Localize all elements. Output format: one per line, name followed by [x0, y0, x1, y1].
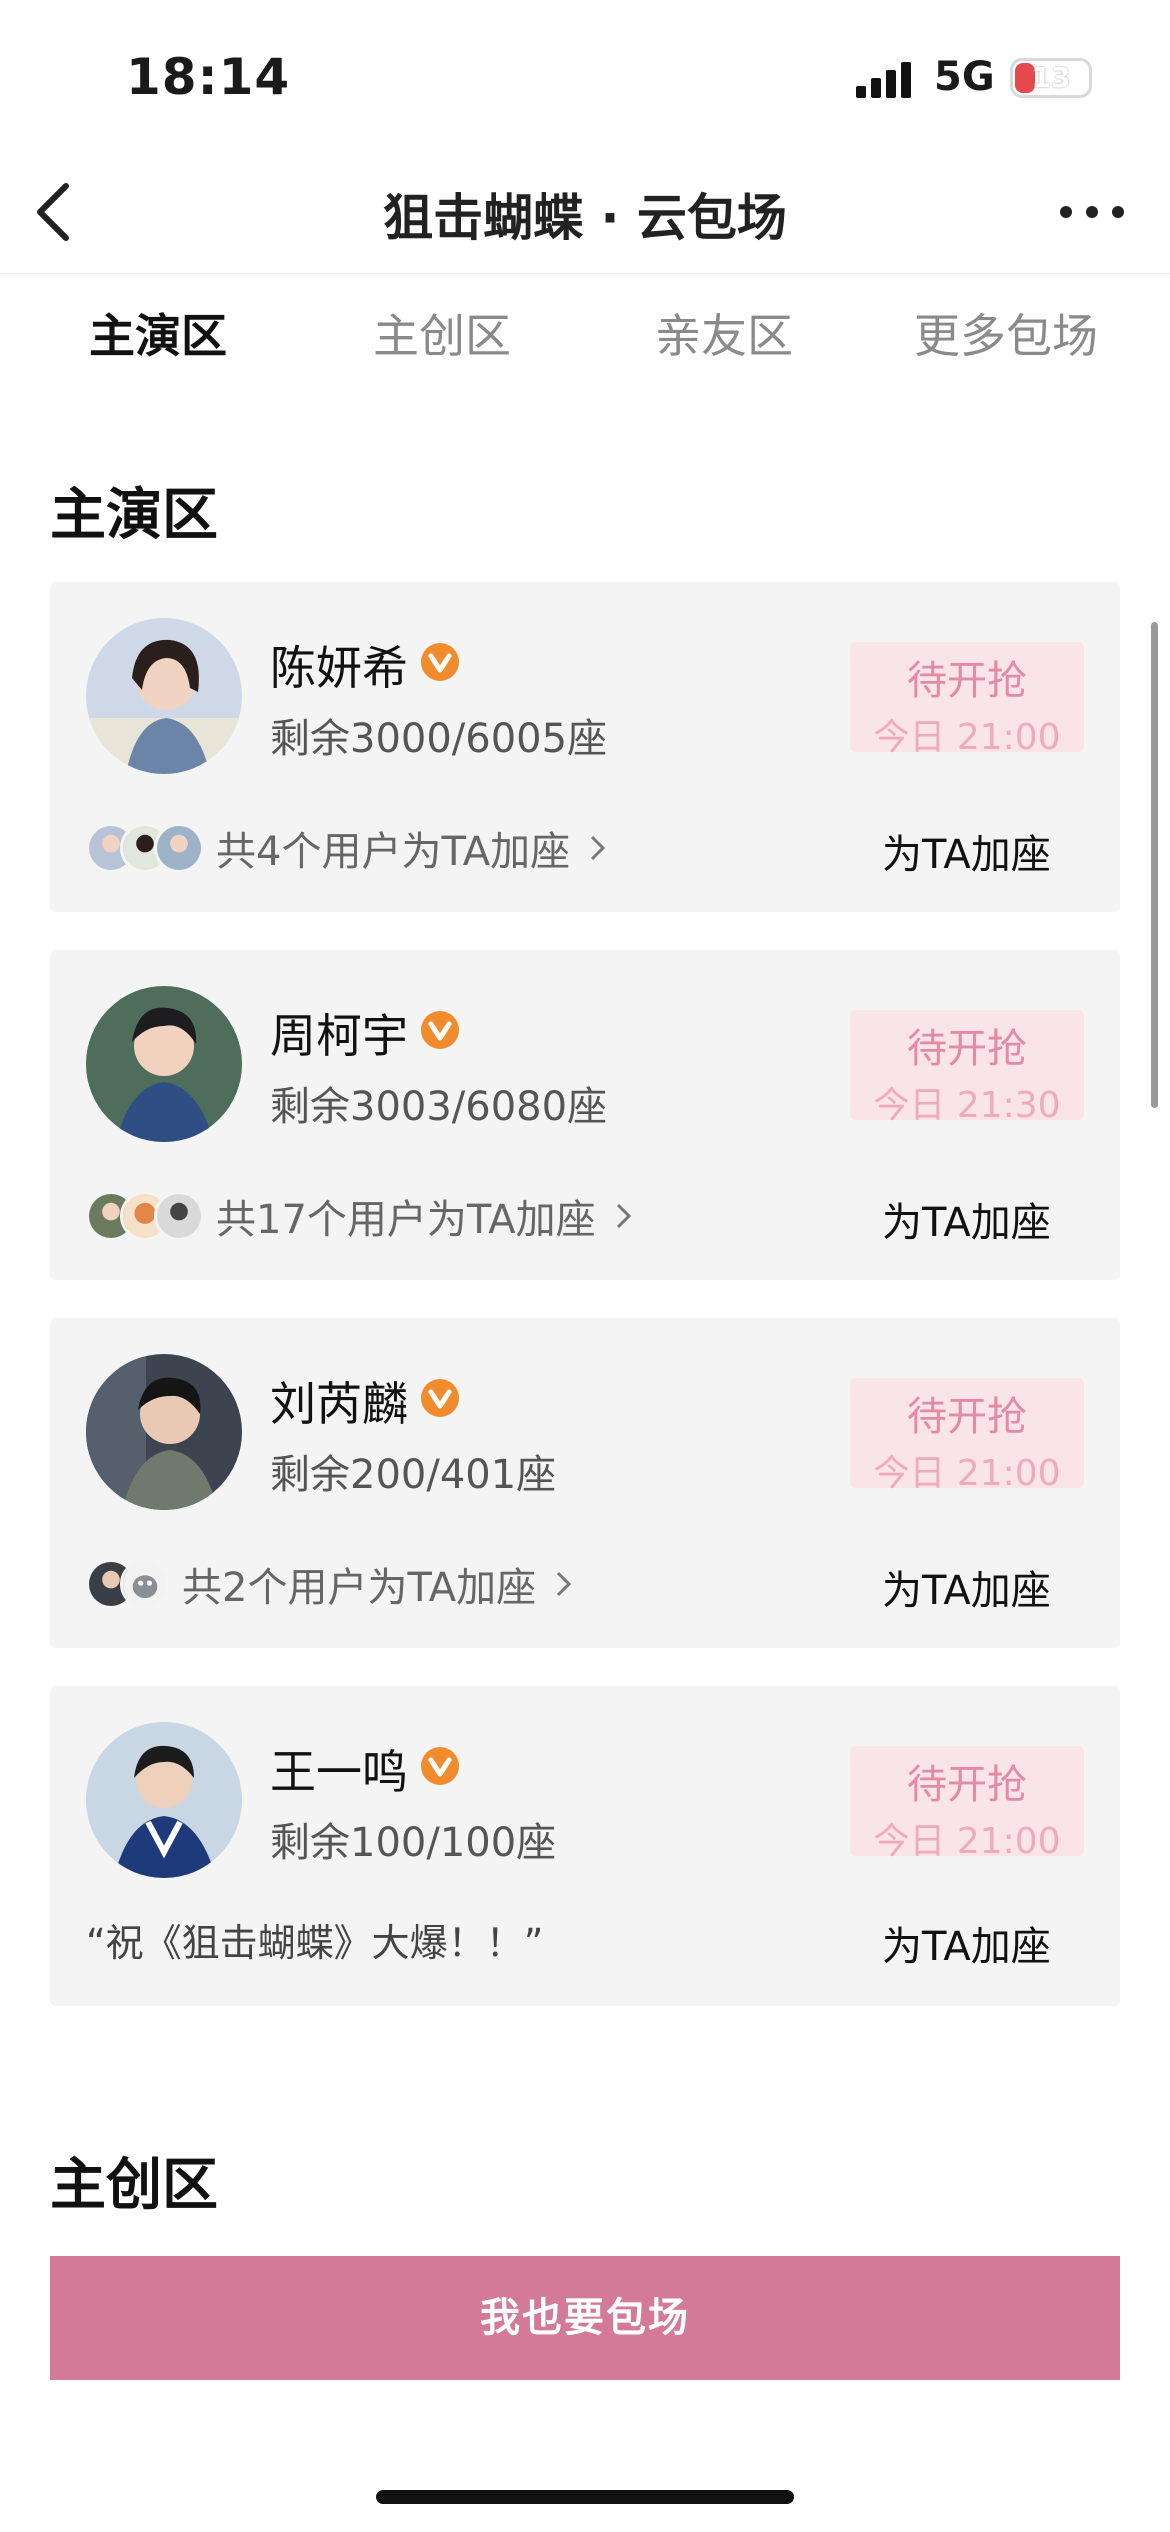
- add-seat-button[interactable]: 为TA加座: [882, 822, 1051, 880]
- grab-label: 待开抢: [907, 1762, 1027, 1808]
- avatar[interactable]: [86, 618, 242, 774]
- add-seat-button[interactable]: 为TA加座: [882, 1914, 1051, 1972]
- status-time: 18:14: [126, 48, 291, 106]
- book-screening-button[interactable]: 我也要包场: [50, 2256, 1120, 2380]
- section-title-lead: 主演区: [50, 483, 218, 548]
- tab-friends[interactable]: 亲友区: [584, 300, 864, 366]
- actor-card: 周柯宇 剩余3003/6080座 待开抢 今日 21:30 共17个用户为TA加…: [50, 950, 1120, 1280]
- supporter-avatar: [120, 1559, 170, 1609]
- grab-time: 今日 21:00: [873, 1821, 1061, 1862]
- avatar[interactable]: [86, 1354, 242, 1510]
- verified-badge-icon: [421, 1379, 459, 1417]
- grab-time: 今日 21:00: [873, 717, 1061, 758]
- avatar[interactable]: [86, 1722, 242, 1878]
- page-title: 狙击蝴蝶 · 云包场: [383, 189, 787, 247]
- supporters-text: 共4个用户为TA加座: [216, 829, 571, 875]
- home-indicator[interactable]: [376, 2490, 794, 2504]
- verified-badge-icon: [421, 1747, 459, 1785]
- verified-badge-icon: [421, 643, 459, 681]
- battery-icon: 13: [1010, 58, 1092, 98]
- actor-name: 陈妍希: [270, 641, 408, 695]
- grab-label: 待开抢: [907, 658, 1027, 704]
- supporter-avatar: [154, 823, 204, 873]
- actor-card: 刘芮麟 剩余200/401座 待开抢 今日 21:00 共2个用户为TA加座 为…: [50, 1318, 1120, 1648]
- scrollbar[interactable]: [1151, 622, 1158, 1108]
- grab-status-button[interactable]: 待开抢 今日 21:00: [850, 1378, 1084, 1494]
- grab-time: 今日 21:30: [873, 1085, 1061, 1126]
- chevron-right-icon: [591, 835, 606, 861]
- avatar[interactable]: [86, 986, 242, 1142]
- tab-bar: 主演区 主创区 亲友区 更多包场: [0, 300, 1170, 390]
- supporters-text: 共17个用户为TA加座: [216, 1197, 596, 1243]
- support-message: “祝《狙击蝴蝶》大爆！！”: [86, 1921, 544, 1965]
- nav-bar: 狙击蝴蝶 · 云包场: [0, 150, 1170, 274]
- actor-card: 陈妍希 剩余3000/6005座 待开抢 今日 21:00 共4个用户为TA加座…: [50, 582, 1120, 912]
- section-title-creators: 主创区: [50, 2153, 218, 2218]
- supporter-avatar: [154, 1191, 204, 1241]
- grab-label: 待开抢: [907, 1394, 1027, 1440]
- grab-status-button[interactable]: 待开抢 今日 21:30: [850, 1010, 1084, 1126]
- verified-badge-icon: [421, 1011, 459, 1049]
- battery-level: 13: [1031, 61, 1071, 94]
- network-type: 5G: [934, 54, 995, 100]
- seat-count: 剩余200/401座: [270, 1452, 557, 1498]
- tab-creators[interactable]: 主创区: [302, 300, 582, 366]
- grab-label: 待开抢: [907, 1026, 1027, 1072]
- grab-time: 今日 21:00: [873, 1453, 1061, 1494]
- status-bar: 18:14 5G 13: [0, 0, 1170, 150]
- seat-count: 剩余3000/6005座: [270, 716, 608, 762]
- more-icon[interactable]: [1056, 194, 1128, 230]
- tab-more[interactable]: 更多包场: [866, 300, 1146, 366]
- add-seat-button[interactable]: 为TA加座: [882, 1190, 1051, 1248]
- actor-name: 周柯宇: [270, 1009, 408, 1063]
- chevron-right-icon: [557, 1571, 572, 1597]
- grab-status-button[interactable]: 待开抢 今日 21:00: [850, 642, 1084, 758]
- actor-name: 王一鸣: [270, 1745, 408, 1799]
- seat-count: 剩余100/100座: [270, 1820, 557, 1866]
- tab-lead[interactable]: 主演区: [18, 300, 298, 366]
- actor-card: 王一鸣 剩余100/100座 待开抢 今日 21:00 “祝《狙击蝴蝶》大爆！！…: [50, 1686, 1120, 2006]
- supporters-row[interactable]: 共4个用户为TA加座: [86, 820, 608, 876]
- supporters-row[interactable]: 共2个用户为TA加座: [86, 1556, 574, 1612]
- seat-count: 剩余3003/6080座: [270, 1084, 608, 1130]
- signal-icon: [856, 62, 911, 98]
- actor-name: 刘芮麟: [270, 1377, 408, 1431]
- add-seat-button[interactable]: 为TA加座: [882, 1558, 1051, 1616]
- supporters-row[interactable]: 共17个用户为TA加座: [86, 1188, 634, 1244]
- grab-status-button[interactable]: 待开抢 今日 21:00: [850, 1746, 1084, 1862]
- supporters-text: 共2个用户为TA加座: [182, 1565, 537, 1611]
- chevron-right-icon: [616, 1203, 631, 1229]
